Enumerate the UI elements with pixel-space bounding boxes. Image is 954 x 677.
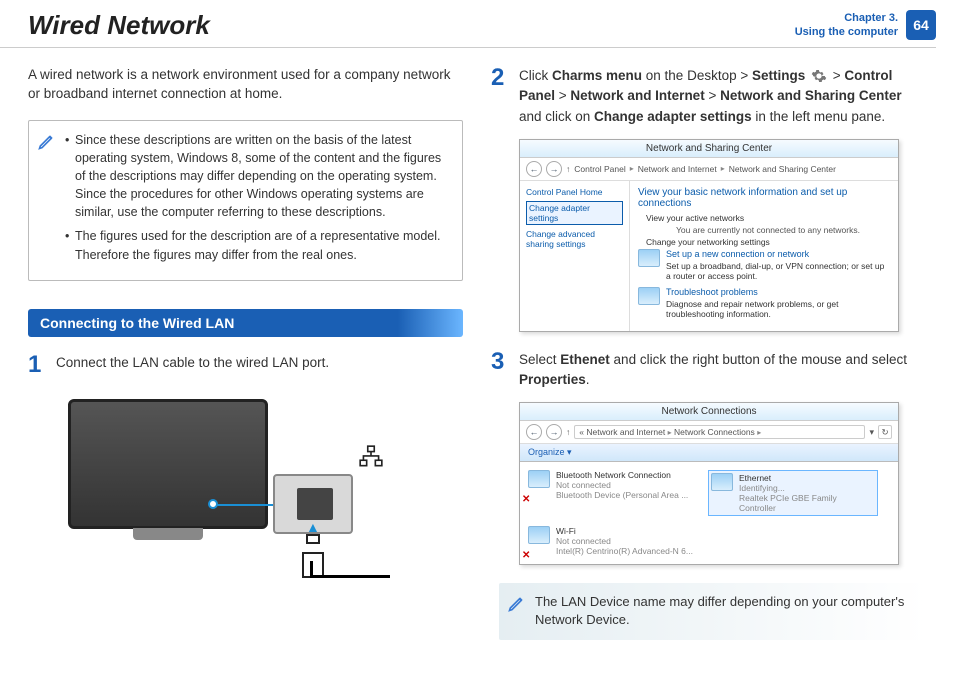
setup-connection-link[interactable]: Set up a new connection or network	[666, 249, 890, 259]
callout-line	[213, 504, 273, 506]
change-settings-label: Change your networking settings	[646, 237, 890, 247]
step-2-number: 2	[491, 66, 509, 127]
step-1-text: Connect the LAN cable to the wired LAN p…	[56, 353, 463, 377]
toolbar-organize[interactable]: Organize ▾	[520, 444, 898, 462]
note-pencil-icon	[37, 131, 57, 151]
troubleshoot-desc: Diagnose and repair network problems, or…	[666, 299, 890, 319]
lan-cable-line	[310, 575, 390, 578]
window-title: Network Connections	[520, 403, 898, 421]
main-pane: View your basic network information and …	[630, 181, 898, 331]
section-heading: Connecting to the Wired LAN	[28, 309, 463, 337]
step-2-text: Click Charms menu on the Desktop > Setti…	[519, 66, 926, 127]
step-2: 2 Click Charms menu on the Desktop > Set…	[491, 66, 926, 127]
note-bullet-2: The figures used for the description are…	[65, 227, 450, 263]
sidebar-home[interactable]: Control Panel Home	[526, 187, 623, 197]
adapter-icon	[711, 473, 733, 491]
chapter-line2: Using the computer	[795, 25, 898, 39]
step-3: 3 Select Ethenet and click the right but…	[491, 350, 926, 391]
connection-icon	[638, 249, 660, 267]
setup-connection-desc: Set up a broadband, dial-up, or VPN conn…	[666, 261, 890, 281]
breadcrumb-item[interactable]: Control Panel	[574, 164, 626, 174]
sidebar-change-adapter[interactable]: Change adapter settings	[526, 201, 623, 225]
window-title: Network and Sharing Center	[520, 140, 898, 158]
not-connected-msg: You are currently not connected to any n…	[646, 225, 890, 235]
up-icon[interactable]: ↑	[566, 164, 570, 174]
chapter-block: Chapter 3. Using the computer 64	[795, 10, 936, 40]
troubleshoot-link[interactable]: Troubleshoot problems	[666, 287, 890, 297]
sidebar: Control Panel Home Change adapter settin…	[520, 181, 630, 331]
lan-arrow-icon: ▲	[306, 519, 320, 535]
breadcrumb-item[interactable]: Network and Internet	[638, 164, 717, 174]
back-arrow-icon[interactable]: ←	[526, 161, 542, 177]
address-bar[interactable]: « Network and Internet ▸ Network Connect…	[574, 425, 865, 439]
step-3-text: Select Ethenet and click the right butto…	[519, 350, 926, 391]
back-arrow-icon[interactable]: ←	[526, 424, 542, 440]
forward-arrow-icon[interactable]: →	[546, 161, 562, 177]
connection-ethernet[interactable]: Ethernet Identifying... Realtek PCIe GBE…	[708, 470, 878, 516]
step-1-number: 1	[28, 353, 46, 377]
monitor-illustration	[68, 399, 268, 529]
refresh-icon[interactable]: ↻	[878, 425, 892, 439]
connection-wifi[interactable]: ✕ Wi-Fi Not connected Intel(R) Centrino(…	[528, 526, 698, 556]
breadcrumb-bar: ← → ↑ « Network and Internet ▸ Network C…	[520, 421, 898, 444]
sidebar-advanced-sharing[interactable]: Change advanced sharing settings	[526, 229, 623, 249]
step-1: 1 Connect the LAN cable to the wired LAN…	[28, 353, 463, 377]
dropdown-icon[interactable]: ▾	[869, 427, 874, 438]
tip-pencil-icon	[507, 593, 527, 613]
up-icon[interactable]: ↑	[566, 427, 570, 437]
network-icon	[358, 444, 384, 470]
page-title: Wired Network	[28, 10, 210, 41]
adapter-icon	[528, 470, 550, 488]
callout-dot	[208, 499, 218, 509]
settings-gear-icon	[811, 68, 827, 84]
figure-lan-port: ▲	[68, 389, 388, 569]
adapter-icon	[528, 526, 550, 544]
forward-arrow-icon[interactable]: →	[546, 424, 562, 440]
note-box: Since these descriptions are written on …	[28, 120, 463, 281]
tip-box: The LAN Device name may differ depending…	[499, 583, 926, 639]
note-bullet-1: Since these descriptions are written on …	[65, 131, 450, 222]
main-heading: View your basic network information and …	[638, 187, 890, 209]
page-number-badge: 64	[906, 10, 936, 40]
connection-bluetooth[interactable]: ✕ Bluetooth Network Connection Not conne…	[528, 470, 698, 516]
page-header: Wired Network Chapter 3. Using the compu…	[0, 0, 936, 48]
troubleshoot-icon	[638, 287, 660, 305]
chapter-line1: Chapter 3.	[795, 11, 898, 25]
tip-text: The LAN Device name may differ depending…	[535, 594, 904, 627]
right-column: 2 Click Charms menu on the Desktop > Set…	[491, 66, 926, 640]
screenshot-network-sharing-center: Network and Sharing Center ← → ↑ Control…	[519, 139, 899, 332]
chapter-text: Chapter 3. Using the computer	[795, 11, 898, 40]
view-active-networks-label: View your active networks	[646, 213, 890, 223]
left-column: A wired network is a network environment…	[28, 66, 463, 640]
lan-cable-plug	[300, 534, 326, 576]
disconnected-x-icon: ✕	[522, 550, 530, 561]
step-3-number: 3	[491, 350, 509, 391]
breadcrumb-separator-icon: ▸	[721, 164, 725, 173]
screenshot-network-connections: Network Connections ← → ↑ « Network and …	[519, 402, 899, 565]
disconnected-x-icon: ✕	[522, 494, 530, 505]
breadcrumb-separator-icon: ▸	[630, 164, 634, 173]
intro-text: A wired network is a network environment…	[28, 66, 463, 104]
breadcrumb-item[interactable]: Network and Sharing Center	[729, 164, 836, 174]
breadcrumb-bar: ← → ↑ Control Panel ▸ Network and Intern…	[520, 158, 898, 181]
